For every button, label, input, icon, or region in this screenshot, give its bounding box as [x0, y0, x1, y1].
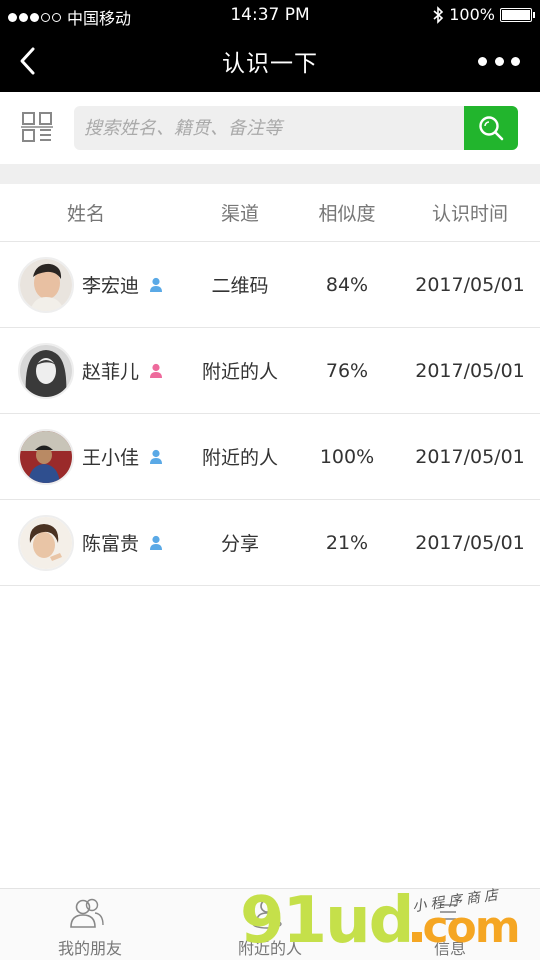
male-icon — [150, 449, 162, 464]
avatar — [18, 343, 74, 399]
avatar — [18, 515, 74, 571]
friend-date: 2017/05/01 — [415, 359, 525, 382]
table-header: 姓名 渠道 相似度 认识时间 — [0, 184, 540, 242]
friend-channel: 分享 — [220, 533, 259, 555]
avatar — [18, 429, 74, 485]
tab-label: 信息 — [433, 939, 466, 958]
table-row[interactable]: 李宏迪 二维码 84% 2017/05/01 — [0, 242, 540, 328]
search-button[interactable] — [464, 106, 518, 150]
search-icon — [479, 116, 504, 141]
friend-similarity: 100% — [319, 445, 375, 468]
qr-scan-button[interactable] — [20, 110, 54, 144]
status-bar: 中国移动 14:37 PM 100% — [0, 0, 540, 30]
friend-channel: 二维码 — [211, 275, 269, 297]
more-button[interactable] — [478, 52, 520, 70]
status-right: 100% — [432, 5, 535, 24]
header-channel: 渠道 — [220, 203, 259, 225]
tab-bar: 我的朋友 附近的人 信息 — [0, 888, 540, 960]
friend-name: 李宏迪 — [82, 275, 140, 297]
table-row[interactable]: 陈富贵 分享 21% 2017/05/01 — [0, 500, 540, 586]
tab-nearby[interactable]: 附近的人 — [180, 889, 360, 960]
male-icon — [150, 535, 162, 550]
avatar — [18, 257, 74, 313]
male-icon — [150, 277, 162, 292]
tab-label: 我的朋友 — [57, 939, 122, 958]
more-dot-icon — [511, 56, 520, 66]
friend-name: 赵菲儿 — [82, 361, 140, 383]
search-input[interactable] — [74, 106, 466, 150]
friend-channel: 附近的人 — [201, 447, 278, 469]
search-bar — [0, 92, 540, 164]
friend-name: 陈富贵 — [82, 533, 140, 555]
header-date: 认识时间 — [431, 203, 508, 225]
more-dot-icon — [478, 56, 487, 66]
friend-name: 王小佳 — [82, 447, 140, 469]
bluetooth-icon — [433, 5, 444, 24]
tab-my-friends[interactable]: 我的朋友 — [0, 889, 180, 960]
friend-date: 2017/05/01 — [415, 273, 525, 296]
qr-code-icon — [21, 112, 53, 142]
table-row[interactable]: 赵菲儿 附近的人 76% 2017/05/01 — [0, 328, 540, 414]
nearby-icon — [252, 899, 282, 929]
friend-date: 2017/05/01 — [415, 531, 525, 554]
friend-similarity: 84% — [325, 273, 369, 296]
table-row[interactable]: 王小佳 附近的人 100% 2017/05/01 — [0, 414, 540, 500]
more-dot-icon — [494, 56, 504, 66]
section-divider — [0, 164, 540, 184]
battery-percent: 100% — [449, 5, 495, 24]
tab-messages[interactable]: 信息 — [360, 889, 540, 960]
friend-similarity: 76% — [325, 359, 369, 382]
tab-label: 附近的人 — [237, 939, 302, 958]
friends-icon — [70, 898, 104, 928]
friend-date: 2017/05/01 — [415, 445, 525, 468]
battery-icon — [500, 7, 535, 22]
friend-channel: 附近的人 — [201, 361, 278, 383]
message-icon — [440, 904, 456, 920]
page-title: 认识一下 — [222, 51, 318, 77]
header-similarity: 相似度 — [318, 203, 376, 225]
header-name: 姓名 — [66, 203, 105, 225]
friend-similarity: 21% — [325, 531, 369, 554]
female-icon — [150, 363, 162, 378]
nav-bar: 认识一下 — [0, 30, 540, 92]
